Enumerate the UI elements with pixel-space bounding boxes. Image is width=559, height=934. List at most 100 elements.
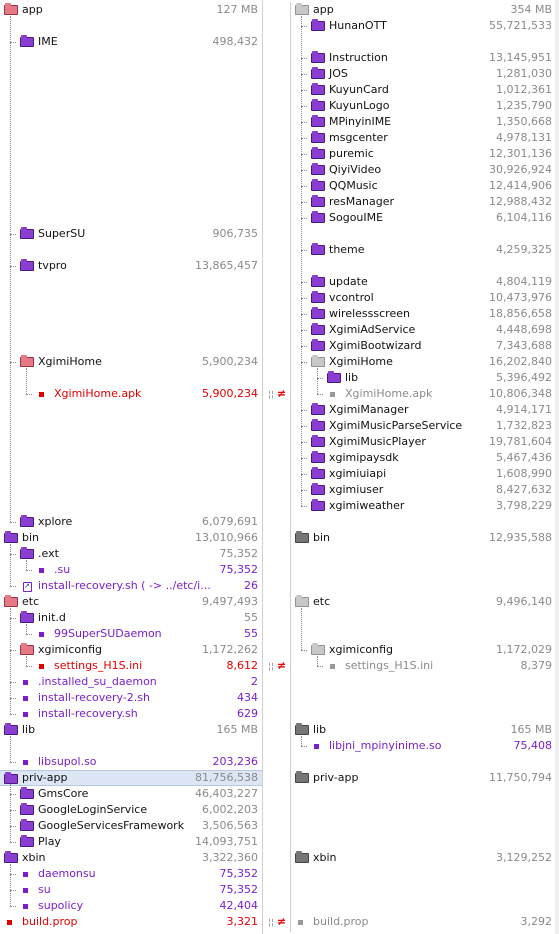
tree-file-row[interactable]: install-recovery-2.sh 434 — [0, 690, 262, 706]
tree-folder-row[interactable]: KuyunLogo 1,235,790 — [291, 98, 556, 114]
tree-folder-row[interactable]: GoogleServicesFramework 3,506,563 — [0, 818, 262, 834]
tree-folder-row[interactable]: .ext 75,352 — [0, 546, 262, 562]
tree-file-row[interactable]: libjni_mpinyinime.so 75,408 — [291, 738, 556, 754]
tree-folder-row[interactable]: QiyiVideo 30,926,924 — [291, 162, 556, 178]
item-size: 629 — [237, 707, 258, 720]
tree-file-row[interactable]: XgimiHome.apk 5,900,234 — [0, 386, 262, 402]
folder-icon — [295, 531, 309, 543]
tree-folder-row[interactable]: XgimiMusicParseService 1,732,823 — [291, 418, 556, 434]
tree-folder-row[interactable]: msgcenter 4,978,131 — [291, 130, 556, 146]
item-name: build.prop — [22, 915, 78, 928]
tree-folder-row[interactable]: lib 165 MB — [291, 722, 556, 738]
left-tree-pane[interactable]: app 127 MB IME 498,432 SuperSU 906,735 tvpro 13… — [0, 2, 262, 932]
item-name: QiyiVideo — [329, 163, 382, 176]
tree-folder-row[interactable]: XgimiMusicPlayer 19,781,604 — [291, 434, 556, 450]
tree-folder-row[interactable]: lib 165 MB — [0, 722, 262, 738]
file-icon — [7, 920, 12, 925]
tree-folder-row[interactable]: priv-app 11,750,794 — [291, 770, 556, 786]
tree-folder-row[interactable]: XgimiHome 16,202,840 — [291, 354, 556, 370]
item-name: xgimiuser — [329, 483, 384, 496]
tree-folder-row[interactable]: resManager 12,988,432 — [291, 194, 556, 210]
tree-folder-row[interactable]: init.d 55 — [0, 610, 262, 626]
tree-file-row[interactable]: build.prop 3,292 — [291, 914, 556, 930]
tree-folder-row[interactable]: SogouIME 6,104,116 — [291, 210, 556, 226]
item-name: xbin — [313, 851, 337, 864]
tree-folder-row[interactable]: GoogleLoginService 6,002,203 — [0, 802, 262, 818]
tree-file-row[interactable]: supolicy 42,404 — [0, 898, 262, 914]
tree-folder-row[interactable]: bin 12,935,588 — [291, 530, 556, 546]
tree-folder-row[interactable]: wirelessscreen 18,856,658 — [291, 306, 556, 322]
folder-icon — [311, 451, 325, 463]
tree-file-row[interactable]: settings_H1S.ini 8,379 — [291, 658, 556, 674]
item-name: KuyunLogo — [329, 99, 390, 112]
tree-folder-row[interactable]: XgimiBootwizard 7,343,688 — [291, 338, 556, 354]
tree-file-row[interactable]: libsupol.so 203,236 — [0, 754, 262, 770]
tree-folder-row[interactable]: XgimiHome 5,900,234 — [0, 354, 262, 370]
diff-marker[interactable]: ¦¦ ≠ — [263, 658, 291, 674]
diff-marker[interactable]: ¦¦ ≠ — [263, 386, 291, 402]
tree-folder-row[interactable]: HunanOTT 55,721,533 — [291, 18, 556, 34]
tree-folder-row[interactable]: priv-app 81,756,538 — [0, 770, 262, 786]
tree-file-row[interactable]: 99SuperSUDaemon 55 — [0, 626, 262, 642]
tree-folder-row[interactable]: KuyunCard 1,012,361 — [291, 82, 556, 98]
diff-marker[interactable]: ¦¦ ≠ — [263, 914, 291, 930]
tree-folder-row[interactable]: xbin 3,322,360 — [0, 850, 262, 866]
item-name: init.d — [38, 611, 66, 624]
tree-folder-row[interactable]: vcontrol 10,473,976 — [291, 290, 556, 306]
tree-file-row[interactable]: build.prop 3,321 — [0, 914, 262, 930]
tree-folder-row[interactable]: xgimiconfig 1,172,029 — [291, 642, 556, 658]
tree-file-row[interactable]: su 75,352 — [0, 882, 262, 898]
tree-file-row[interactable]: settings_H1S.ini 8,612 — [0, 658, 262, 674]
item-size: 4,804,119 — [496, 275, 552, 288]
item-size: 3,129,252 — [496, 851, 552, 864]
file-icon — [39, 632, 44, 637]
item-size: 55 — [244, 627, 258, 640]
tree-folder-row[interactable]: lib 5,396,492 — [291, 370, 556, 386]
tree-folder-row[interactable]: XgimiAdService 4,448,698 — [291, 322, 556, 338]
right-tree-pane[interactable]: app 354 MB HunanOTT 55,721,533 Instruction 13… — [290, 2, 556, 932]
item-name: supolicy — [38, 899, 84, 912]
tree-file-row[interactable]: install-recovery.sh 629 — [0, 706, 262, 722]
item-size: 9,497,493 — [202, 595, 258, 608]
tree-folder-row[interactable]: bin 13,010,966 — [0, 530, 262, 546]
item-name: QQMusic — [329, 179, 378, 192]
tree-folder-row[interactable]: etc 9,497,493 — [0, 594, 262, 610]
tree-folder-row[interactable]: etc 9,496,140 — [291, 594, 556, 610]
tree-folder-row[interactable]: xgimipaysdk 5,467,436 — [291, 450, 556, 466]
tree-folder-row[interactable]: Play 14,093,751 — [0, 834, 262, 850]
item-name: settings_H1S.ini — [54, 659, 143, 672]
tree-file-row[interactable]: .installed_su_daemon 2 — [0, 674, 262, 690]
tree-folder-row[interactable]: puremic 12,301,136 — [291, 146, 556, 162]
tree-folder-row[interactable]: SuperSU 906,735 — [0, 226, 262, 242]
tree-file-row[interactable]: ↗ install-recovery.sh ( -> ../etc/i... 26 — [0, 578, 262, 594]
folder-icon — [311, 419, 325, 431]
tree-folder-row[interactable]: IME 498,432 — [0, 34, 262, 50]
tree-folder-row[interactable]: xplore 6,079,691 — [0, 514, 262, 530]
tree-connector — [301, 506, 307, 507]
tree-folder-row[interactable]: app 354 MB — [291, 2, 556, 18]
tree-folder-row[interactable]: update 4,804,119 — [291, 274, 556, 290]
tree-folder-row[interactable]: xbin 3,129,252 — [291, 850, 556, 866]
tree-file-row[interactable]: XgimiHome.apk 10,806,348 — [291, 386, 556, 402]
vertical-scrollbar[interactable] — [555, 0, 559, 934]
tree-folder-row[interactable]: MPinyinIME 1,350,668 — [291, 114, 556, 130]
item-size: 8,427,632 — [496, 483, 552, 496]
tree-folder-row[interactable]: xgimiconfig 1,172,262 — [0, 642, 262, 658]
tree-connector — [10, 714, 16, 715]
tree-folder-row[interactable]: xgimiuser 8,427,632 — [291, 482, 556, 498]
tree-folder-row[interactable]: theme 4,259,325 — [291, 242, 556, 258]
tree-file-row[interactable]: daemonsu 75,352 — [0, 866, 262, 882]
tree-guide-line — [10, 864, 11, 906]
item-name: XgimiHome — [38, 355, 102, 368]
tree-folder-row[interactable]: JOS 1,281,030 — [291, 66, 556, 82]
tree-folder-row[interactable]: XgimiManager 4,914,171 — [291, 402, 556, 418]
tree-folder-row[interactable]: Instruction 13,145,951 — [291, 50, 556, 66]
tree-folder-row[interactable]: tvpro 13,865,457 — [0, 258, 262, 274]
tree-file-row[interactable]: .su 75,352 — [0, 562, 262, 578]
tree-folder-row[interactable]: app 127 MB — [0, 2, 262, 18]
tree-folder-row[interactable]: GmsCore 46,403,227 — [0, 786, 262, 802]
tree-folder-row[interactable]: xgimiweather 3,798,229 — [291, 498, 556, 514]
item-size: 75,352 — [219, 563, 259, 576]
tree-folder-row[interactable]: QQMusic 12,414,906 — [291, 178, 556, 194]
tree-folder-row[interactable]: xgimiuiapi 1,608,990 — [291, 466, 556, 482]
